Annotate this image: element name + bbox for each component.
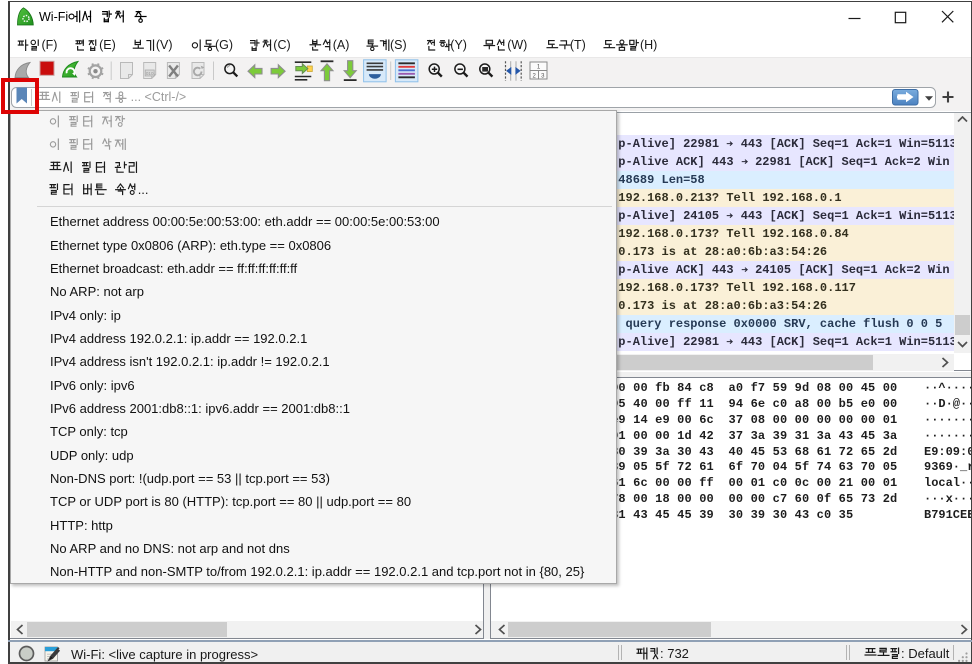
svg-text:010: 010 [146, 71, 154, 76]
